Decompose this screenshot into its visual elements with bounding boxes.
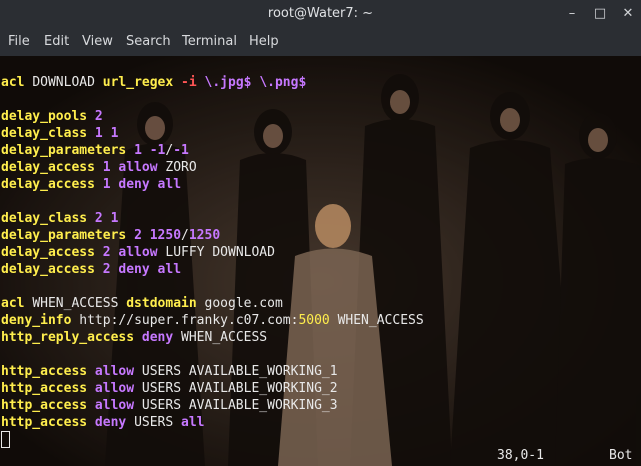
code-token: http_access <box>1 364 95 379</box>
code-token: USERS <box>134 415 182 430</box>
code-token: delay_pools <box>1 109 95 124</box>
menu-view[interactable]: View <box>82 33 113 50</box>
menu-search[interactable]: Search <box>126 33 171 50</box>
code-token: delay_access <box>1 177 103 192</box>
code-token: 5000 <box>298 313 330 328</box>
code-token: acl <box>1 75 33 90</box>
code-line: delay_access 1 allow ZORO <box>1 159 424 176</box>
code-line: delay_parameters 2 1250/1250 <box>1 227 424 244</box>
code-token: delay_class <box>1 211 95 226</box>
code-token: http://super.franky.c07.com: <box>79 313 299 328</box>
code-token: WHEN_ACCESS <box>329 313 424 328</box>
close-icon[interactable]: ✕ <box>618 4 638 24</box>
code-token: 2 allow <box>102 245 166 260</box>
code-token: LUFFY DOWNLOAD <box>165 245 275 260</box>
code-token: delay_parameters <box>1 228 135 243</box>
code-line: delay_access 2 deny all <box>1 261 424 278</box>
code-token: USERS AVAILABLE_WORKING_2 <box>141 381 338 396</box>
code-line: delay_class 2 1 <box>1 210 424 227</box>
menu-bar: File Edit View Search Terminal Help <box>0 28 641 56</box>
code-line: deny_info http://super.franky.c07.com:50… <box>1 312 424 329</box>
scroll-indicator: Bot <box>609 448 633 463</box>
title-bar[interactable]: root@Water7: ~ – □ ✕ <box>0 0 641 28</box>
code-token: acl <box>1 296 33 311</box>
window-title: root@Water7: ~ <box>267 6 374 21</box>
code-token: delay_class <box>1 126 95 141</box>
terminal-window: root@Water7: ~ – □ ✕ File Edit View Sear… <box>0 0 641 466</box>
code-token: http_access <box>1 415 95 430</box>
code-token: http_access <box>1 398 95 413</box>
code-line: http_access allow USERS AVAILABLE_WORKIN… <box>1 380 424 397</box>
code-token: 1250 <box>188 228 221 243</box>
code-token: delay_access <box>1 262 103 277</box>
config-text[interactable]: acl DOWNLOAD url_regex -i \.jpg$ \.png$ … <box>1 74 424 431</box>
code-token: 1 -1 <box>134 143 166 158</box>
code-token: 2 1250 <box>134 228 182 243</box>
code-line: http_access allow USERS AVAILABLE_WORKIN… <box>1 397 424 414</box>
code-token: allow <box>94 381 142 396</box>
code-token: deny <box>94 415 135 430</box>
code-token: USERS AVAILABLE_WORKING_1 <box>141 364 338 379</box>
code-line: acl DOWNLOAD url_regex -i \.jpg$ \.png$ <box>1 74 424 91</box>
code-token: USERS AVAILABLE_WORKING_3 <box>141 398 338 413</box>
code-token: 2 <box>94 109 103 124</box>
code-token: 1 allow <box>102 160 166 175</box>
code-token: delay_access <box>1 160 103 175</box>
code-token: / <box>181 228 189 243</box>
code-token: allow <box>94 364 142 379</box>
code-line: delay_parameters 1 -1/-1 <box>1 142 424 159</box>
code-token: -1 <box>173 143 189 158</box>
code-token: google.com <box>204 296 283 311</box>
code-token: url_regex <box>102 75 182 90</box>
code-token: ZORO <box>165 160 197 175</box>
cursor-position: 38,0-1 <box>497 448 544 463</box>
code-line: delay_pools 2 <box>1 108 424 125</box>
code-line: http_reply_access deny WHEN_ACCESS <box>1 329 424 346</box>
code-line: delay_class 1 1 <box>1 125 424 142</box>
code-token: 2 1 <box>94 211 119 226</box>
code-token: WHEN_ACCESS <box>32 296 127 311</box>
code-token: \.jpg$ \.png$ <box>204 75 307 90</box>
code-token: delay_parameters <box>1 143 135 158</box>
text-cursor <box>1 431 10 448</box>
code-token: all <box>181 415 205 430</box>
code-line: http_access deny USERS all <box>1 414 424 431</box>
terminal-area[interactable]: acl DOWNLOAD url_regex -i \.jpg$ \.png$ … <box>0 56 641 466</box>
menu-help[interactable]: Help <box>249 33 279 50</box>
minimize-icon[interactable]: – <box>562 4 582 24</box>
menu-edit[interactable]: Edit <box>44 33 69 50</box>
code-token: allow <box>94 398 142 413</box>
code-token: -i <box>181 75 205 90</box>
code-token: delay_access <box>1 245 103 260</box>
menu-file[interactable]: File <box>8 33 30 50</box>
code-token: 1 1 <box>94 126 119 141</box>
menu-terminal[interactable]: Terminal <box>182 33 237 50</box>
code-line: acl WHEN_ACCESS dstdomain google.com <box>1 295 424 312</box>
code-token: dstdomain <box>126 296 205 311</box>
code-token: deny <box>141 330 182 345</box>
code-line: delay_access 2 allow LUFFY DOWNLOAD <box>1 244 424 261</box>
code-token: deny_info <box>1 313 80 328</box>
code-token: 2 deny all <box>102 262 182 277</box>
code-token: http_access <box>1 381 95 396</box>
code-line: http_access allow USERS AVAILABLE_WORKIN… <box>1 363 424 380</box>
code-token: http_reply_access <box>1 330 142 345</box>
code-token: DOWNLOAD <box>32 75 103 90</box>
code-token: 1 deny all <box>102 177 182 192</box>
maximize-icon[interactable]: □ <box>590 4 610 24</box>
code-line: delay_access 1 deny all <box>1 176 424 193</box>
code-token: WHEN_ACCESS <box>181 330 268 345</box>
